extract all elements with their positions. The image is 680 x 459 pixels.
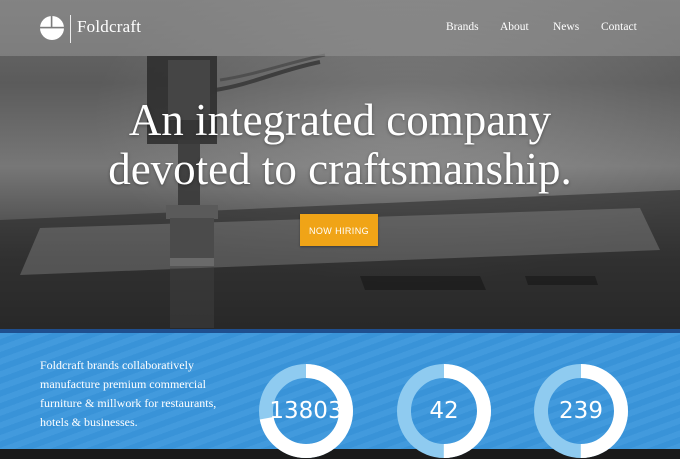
stat-ring-1: 13803 bbox=[258, 363, 354, 459]
stat-value-2: 42 bbox=[429, 398, 459, 424]
logo-divider bbox=[70, 15, 71, 43]
stat-ring-2: 42 bbox=[396, 363, 492, 459]
hero-headline: An integrated company devoted to craftsm… bbox=[0, 96, 680, 194]
stat-value-3: 239 bbox=[559, 398, 603, 424]
nav-about[interactable]: About bbox=[500, 21, 529, 33]
stat-ring-3: 239 bbox=[533, 363, 629, 459]
stat-value-1: 13803 bbox=[269, 398, 343, 424]
about-description: Foldcraft brands collaboratively manufac… bbox=[40, 358, 217, 429]
about-section: Foldcraft brands collaboratively manufac… bbox=[0, 333, 680, 458]
brand-name[interactable]: Foldcraft bbox=[77, 17, 141, 37]
circle-quadrant-logo-icon[interactable] bbox=[40, 16, 64, 40]
nav-brands[interactable]: Brands bbox=[446, 21, 479, 33]
now-hiring-button[interactable]: NOW HIRING bbox=[300, 214, 378, 246]
nav-contact[interactable]: Contact bbox=[601, 21, 637, 33]
hero: Foldcraft Brands About News Contact An i… bbox=[0, 0, 680, 333]
headline-line-2: devoted to craftsmanship. bbox=[108, 144, 572, 194]
headline-line-1: An integrated company bbox=[128, 95, 552, 145]
top-navbar: Foldcraft Brands About News Contact bbox=[0, 0, 680, 56]
nav-news[interactable]: News bbox=[553, 21, 579, 33]
